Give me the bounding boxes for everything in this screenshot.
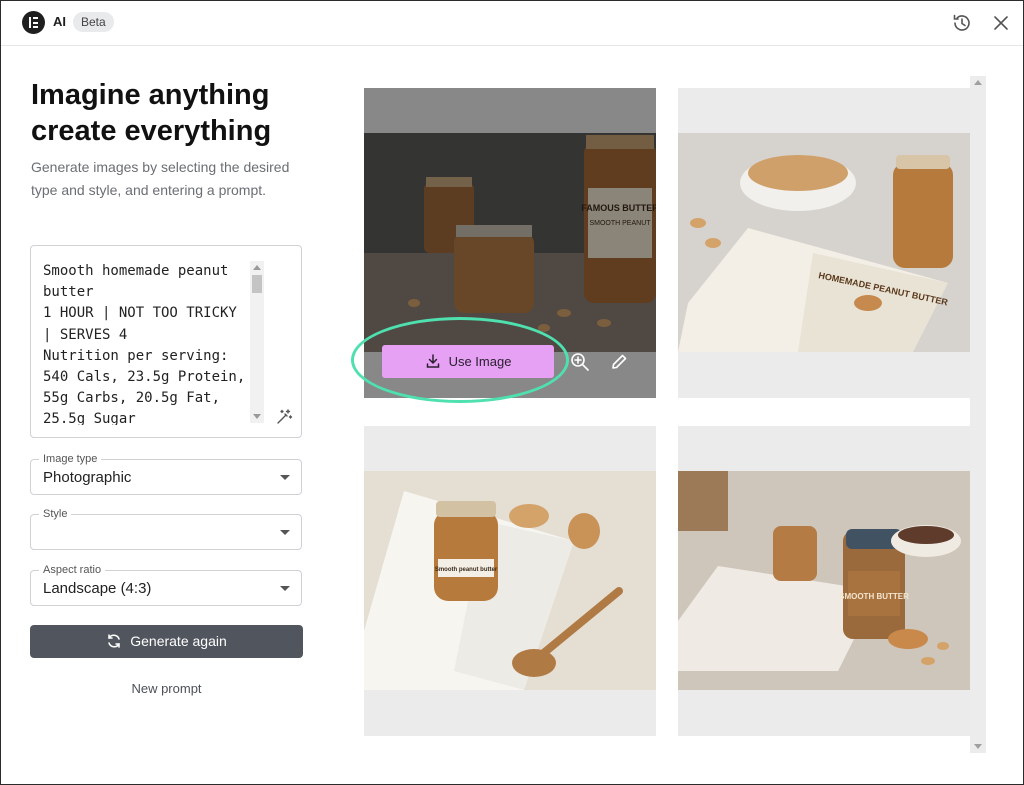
title-line-2: create everything — [31, 115, 272, 147]
aspect-ratio-select[interactable]: Aspect ratio Landscape (4:3) — [30, 563, 302, 606]
scroll-down-icon[interactable] — [974, 744, 982, 749]
refresh-icon — [108, 634, 120, 648]
result-image-1[interactable]: FAMOUS BUTTER SMOOTH PEANUT Use Image — [364, 88, 656, 398]
enhance-prompt-wand-icon[interactable] — [275, 408, 293, 426]
result-image-3[interactable]: Smooth peanut butter — [364, 426, 656, 736]
page-title: Imagine anything create everything — [31, 77, 331, 149]
dialog-header: AI Beta — [1, 1, 1023, 46]
generate-again-button[interactable]: Generate again — [30, 625, 303, 658]
prompt-scrollbar[interactable] — [250, 261, 264, 423]
result-image-4[interactable]: SMOOTH BUTTER — [678, 426, 970, 736]
elementor-logo-icon — [22, 11, 45, 34]
prompt-text[interactable]: Smooth homemade peanut butter 1 HOUR | N… — [43, 261, 251, 425]
style-select[interactable]: Style — [30, 507, 302, 550]
peanut-butter-spoon-image: Smooth peanut butter — [364, 471, 656, 690]
use-image-label: Use Image — [448, 354, 512, 369]
peanut-butter-book-image: HOMEMADE PEANUT BUTTER — [678, 133, 970, 352]
result-image-2[interactable]: HOMEMADE PEANUT BUTTER — [678, 88, 970, 398]
generate-again-label: Generate again — [130, 633, 227, 649]
jar-label-text: Smooth peanut butter — [435, 567, 498, 573]
zoom-in-icon[interactable] — [569, 351, 591, 373]
use-image-button[interactable]: Use Image — [382, 345, 554, 378]
chevron-down-icon — [280, 475, 290, 480]
ai-dialog: AI Beta Imagine anything create everythi… — [0, 0, 1024, 785]
chevron-down-icon — [280, 530, 290, 535]
scroll-up-icon[interactable] — [974, 80, 982, 85]
image-type-value: Photographic — [43, 469, 132, 486]
image-type-label: Image type — [39, 452, 102, 466]
close-icon[interactable] — [991, 13, 1011, 33]
pencil-icon[interactable] — [608, 351, 630, 373]
peanut-butter-table-image: SMOOTH BUTTER — [678, 471, 970, 690]
chevron-down-icon — [280, 586, 290, 591]
aspect-ratio-label: Aspect ratio — [39, 563, 106, 577]
app-name: AI — [53, 14, 66, 29]
image-type-select[interactable]: Image type Photographic — [30, 452, 302, 495]
beta-badge: Beta — [73, 12, 114, 32]
style-label: Style — [39, 507, 72, 521]
description: Generate images by selecting the desired… — [31, 159, 290, 198]
title-line-1: Imagine anything — [31, 79, 270, 111]
aspect-ratio-value: Landscape (4:3) — [43, 580, 152, 597]
scroll-down-icon[interactable] — [253, 414, 261, 419]
jar-label-text: SMOOTH BUTTER — [839, 592, 909, 601]
prompt-textarea[interactable]: Smooth homemade peanut butter 1 HOUR | N… — [30, 245, 302, 438]
scroll-up-icon[interactable] — [253, 265, 261, 270]
history-icon[interactable] — [951, 12, 973, 34]
new-prompt-link[interactable]: New prompt — [30, 681, 303, 696]
results-scrollbar[interactable] — [970, 76, 986, 753]
scroll-thumb[interactable] — [252, 275, 262, 293]
download-icon — [426, 354, 439, 368]
